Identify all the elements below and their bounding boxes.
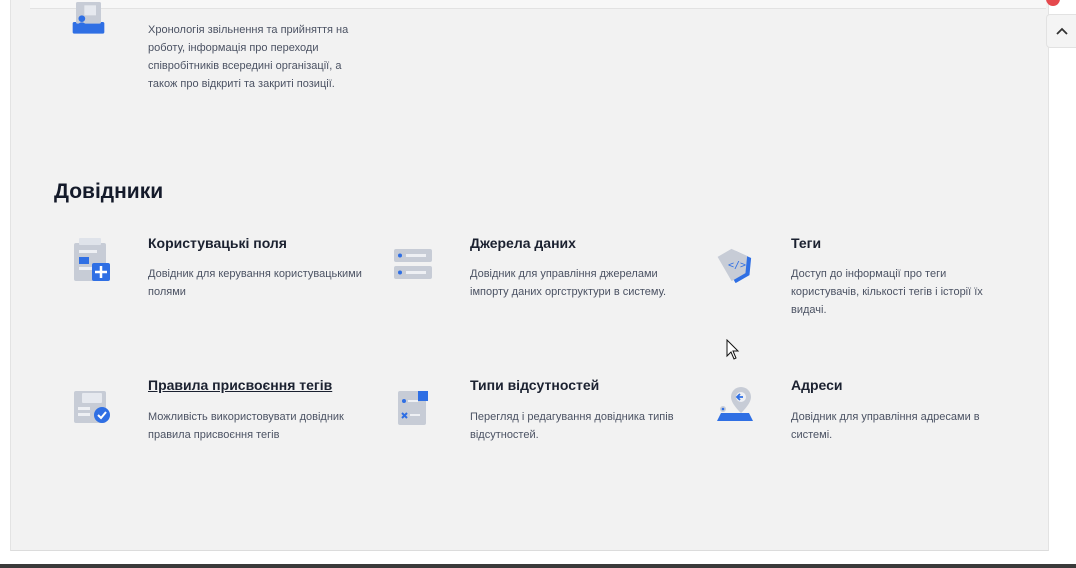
card-description: Можливість використовувати довідник прав… xyxy=(148,411,344,441)
card-description: Довідник для управління джерелами імпорт… xyxy=(470,268,667,298)
card-title: Типи відсутностей xyxy=(470,377,600,393)
card-addresses[interactable]: Адреси Довідник для управління адресами … xyxy=(713,377,1013,467)
org-history-card[interactable]: Хронологія звільнення та прийняття на ро… xyxy=(70,2,390,102)
card-title: Теги xyxy=(791,235,822,251)
card-description: Доступ до інформації про теги користувач… xyxy=(791,268,983,316)
card-custom-fields[interactable]: Користувацькі поля Довідник для керуванн… xyxy=(70,235,370,325)
card-description: Довідник для керування користувацькими п… xyxy=(148,268,362,298)
chevron-up-icon xyxy=(1056,27,1068,35)
custom-fields-icon xyxy=(74,238,110,281)
tags-icon: </> xyxy=(717,248,752,283)
tag-rules-icon xyxy=(74,391,110,423)
card-title: Джерела даних xyxy=(470,235,576,251)
addresses-icon xyxy=(717,387,753,421)
card-absence-types[interactable]: Типи відсутностей Перегляд і редагування… xyxy=(392,377,692,467)
org-history-description: Хронологія звільнення та прийняття на ро… xyxy=(148,24,349,90)
mouse-cursor-icon xyxy=(726,339,740,360)
card-description: Перегляд і редагування довідника типів в… xyxy=(470,411,674,441)
card-title-link[interactable]: Правила присвоєння тегів xyxy=(148,377,332,393)
card-title: Користувацькі поля xyxy=(148,235,287,251)
card-tag-rules[interactable]: Правила присвоєння тегів Можливість вико… xyxy=(70,377,370,467)
svg-text:</>: </> xyxy=(728,260,746,271)
scroll-to-top-button[interactable] xyxy=(1046,14,1076,48)
card-description: Довідник для управління адресами в систе… xyxy=(791,411,980,441)
section-title: Довідники xyxy=(54,180,164,203)
card-title: Адреси xyxy=(791,377,843,393)
bottom-bar xyxy=(0,564,1076,568)
data-sources-icon xyxy=(394,249,432,279)
absence-types-icon xyxy=(398,391,428,425)
card-data-sources[interactable]: Джерела даних Довідник для управління дж… xyxy=(392,235,692,325)
org-chart-icon xyxy=(72,2,105,34)
card-tags[interactable]: </> Теги Доступ до інформації про теги к… xyxy=(713,235,1013,335)
